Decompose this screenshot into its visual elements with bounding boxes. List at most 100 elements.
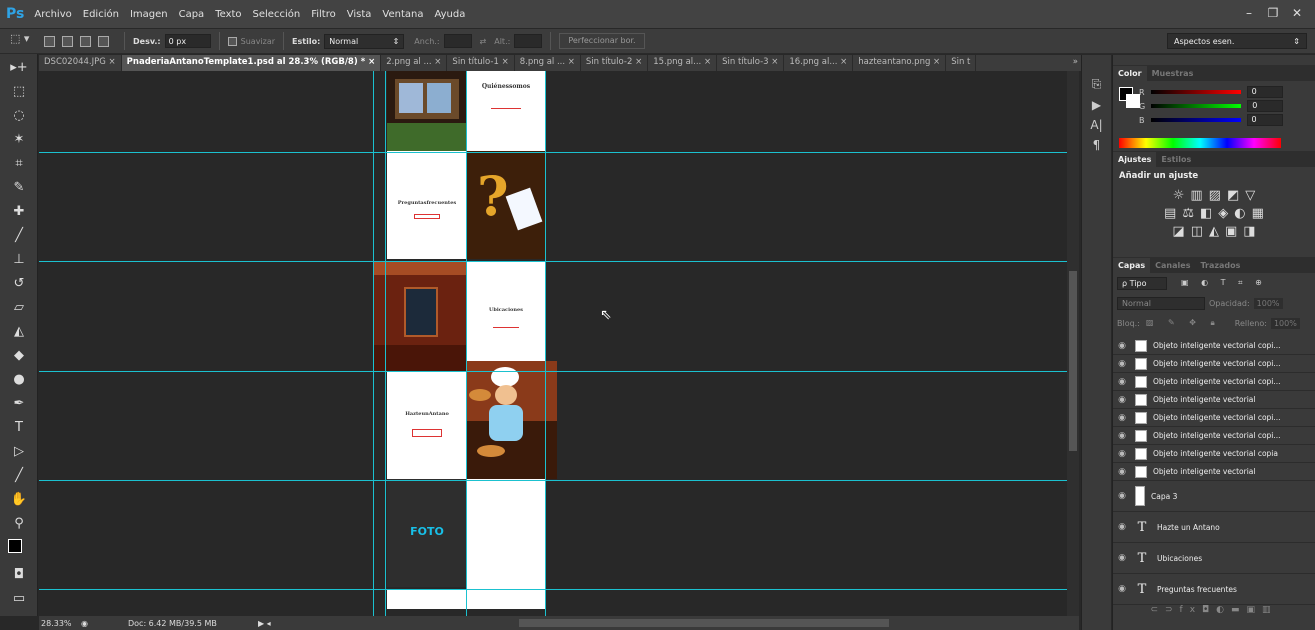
layer-row[interactable]: ◉ Objeto inteligente vectorial copi... (1113, 373, 1315, 391)
doc-tab[interactable]: Sin título-2 × (581, 55, 649, 71)
swap-icon[interactable]: ⇄ (480, 37, 487, 46)
visibility-eye-icon[interactable]: ◉ (1113, 395, 1131, 405)
visibility-eye-icon[interactable]: ◉ (1113, 377, 1131, 387)
vibrance-icon[interactable]: ▽ (1245, 188, 1255, 203)
width-input[interactable] (443, 34, 472, 48)
menu-imagen[interactable]: Imagen (130, 9, 168, 20)
g-input[interactable]: 0 (1247, 100, 1284, 112)
tab-ajustes[interactable]: Ajustes (1113, 151, 1157, 167)
foreground-color-swatch[interactable] (8, 539, 22, 553)
paint-bucket-tool-icon[interactable]: ◭ (6, 321, 32, 342)
visibility-eye-icon[interactable]: ◉ (1113, 467, 1131, 477)
menu-archivo[interactable]: Archivo (34, 9, 71, 20)
doc-tab[interactable]: 2.png al ... × (381, 55, 448, 71)
gradient-map-icon[interactable]: ▣ (1225, 224, 1237, 239)
screen-mode-icon[interactable]: ▭ (6, 588, 32, 609)
character-panel-icon[interactable]: A| (1082, 118, 1111, 132)
visibility-eye-icon[interactable]: ◉ (1113, 522, 1131, 532)
marquee-tool-icon[interactable]: ⬚ (6, 81, 32, 102)
folder-icon[interactable]: ▬ (1231, 605, 1247, 615)
new-selection-icon[interactable] (44, 35, 55, 47)
visibility-eye-icon[interactable]: ◉ (1113, 584, 1131, 594)
lock-icons[interactable]: ▨ ✎ ✥ 🔒︎ (1146, 318, 1221, 328)
magic-wand-tool-icon[interactable]: ✶ (6, 129, 32, 150)
color-swatches-icon[interactable] (6, 537, 32, 561)
invert-icon[interactable]: ◪ (1172, 224, 1184, 239)
move-tool-icon[interactable]: ▸+ (6, 57, 32, 78)
doc-tab[interactable]: 15.png al... × (648, 55, 718, 71)
refine-edge-button[interactable]: Perfeccionar bor. (559, 33, 645, 49)
status-info-icon[interactable]: ◉ (81, 619, 88, 628)
mask-icon[interactable]: ◘ (1202, 605, 1216, 615)
tab-estilos[interactable]: Estilos (1156, 152, 1196, 167)
posterize-icon[interactable]: ◫ (1191, 224, 1203, 239)
close-button[interactable]: ✕ (1285, 4, 1309, 22)
fill-input[interactable]: 100% (1270, 317, 1300, 329)
eyedropper-tool-icon[interactable]: ✎ (6, 177, 32, 198)
zoom-tool-icon[interactable]: ⚲ (6, 513, 32, 534)
new-layer-icon[interactable]: ▣ (1247, 605, 1263, 615)
visibility-eye-icon[interactable]: ◉ (1113, 413, 1131, 423)
green-slider[interactable] (1151, 104, 1242, 108)
subtract-selection-icon[interactable] (80, 35, 91, 47)
threshold-icon[interactable]: ◭ (1209, 224, 1219, 239)
link-icon[interactable]: ⊂⊃ (1150, 605, 1179, 615)
menu-texto[interactable]: Texto (215, 9, 241, 20)
color-lookup-icon[interactable]: ▦ (1252, 206, 1264, 221)
doc-tab[interactable]: Sin título-3 × (717, 55, 785, 71)
crop-tool-icon[interactable]: ⌗ (6, 153, 32, 174)
doc-tab-active[interactable]: PnaderiaAntanoTemplate1.psd al 28.3% (RG… (121, 55, 382, 71)
red-slider[interactable] (1150, 90, 1241, 94)
menu-vista[interactable]: Vista (347, 9, 372, 20)
feather-input[interactable]: 0 px (164, 34, 211, 48)
menu-seleccion[interactable]: Selección (253, 9, 301, 20)
blur-tool-icon[interactable]: ◆ (6, 345, 32, 366)
tab-capas[interactable]: Capas (1113, 257, 1151, 273)
canvas-area[interactable]: Quiénessomos Preguntasfrecuentes ? Ubica… (39, 71, 1067, 616)
antialias-checkbox[interactable] (227, 36, 237, 46)
tab-color[interactable]: Color (1113, 65, 1147, 81)
layer-row[interactable]: ◉ Objeto inteligente vectorial copi... (1113, 427, 1315, 445)
fx-icon[interactable]: fx (1180, 605, 1203, 615)
zoom-level[interactable]: 28.33% (41, 619, 81, 628)
r-input[interactable]: 0 (1246, 86, 1283, 98)
layer-row[interactable]: ◉ T Preguntas frecuentes (1113, 574, 1315, 605)
adjustment-icon[interactable]: ◐ (1216, 605, 1231, 615)
workspace-dropdown[interactable]: Aspectos esen. ⇕ (1167, 33, 1307, 49)
layer-row[interactable]: ◉ T Ubicaciones (1113, 543, 1315, 574)
intersect-selection-icon[interactable] (98, 35, 109, 47)
history-brush-tool-icon[interactable]: ↺ (6, 273, 32, 294)
type-tool-icon[interactable]: T (6, 417, 32, 438)
marquee-preset-icon[interactable]: ⬚ ▾ (10, 32, 44, 50)
layer-row[interactable]: ◉ Objeto inteligente vectorial (1113, 391, 1315, 409)
menu-edicion[interactable]: Edición (83, 9, 119, 20)
quick-mask-icon[interactable]: ◘ (6, 564, 32, 585)
tab-muestras[interactable]: Muestras (1147, 66, 1199, 81)
layer-row[interactable]: ◉ Capa 3 (1113, 481, 1315, 512)
tab-trazados[interactable]: Trazados (1195, 258, 1245, 273)
opacity-input[interactable]: 100% (1253, 297, 1283, 309)
layer-row[interactable]: ◉ Objeto inteligente vectorial copi... (1113, 355, 1315, 373)
photo-filter-icon[interactable]: ◈ (1218, 206, 1228, 221)
trash-icon[interactable]: ▥ (1262, 605, 1278, 615)
pen-tool-icon[interactable]: ✒ (6, 393, 32, 414)
actions-panel-icon[interactable]: ▶ (1082, 98, 1111, 112)
doc-tab[interactable]: Sin título-1 × (447, 55, 515, 71)
minimize-button[interactable]: – (1237, 4, 1261, 22)
restore-button[interactable]: ❐ (1261, 4, 1285, 22)
layer-row[interactable]: ◉ Objeto inteligente vectorial copi... (1113, 409, 1315, 427)
visibility-eye-icon[interactable]: ◉ (1113, 491, 1131, 501)
brush-tool-icon[interactable]: ╱ (6, 225, 32, 246)
visibility-eye-icon[interactable]: ◉ (1113, 431, 1131, 441)
blend-mode-dropdown[interactable]: Normal (1117, 296, 1205, 310)
exposure-icon[interactable]: ◩ (1227, 188, 1239, 203)
menu-capa[interactable]: Capa (179, 9, 205, 20)
doc-tab[interactable]: 16.png al... × (784, 55, 854, 71)
scrollbar-thumb[interactable] (1069, 271, 1077, 451)
doc-tab[interactable]: hazteantano.png × (853, 55, 947, 71)
doc-tab[interactable]: 8.png al ... × (515, 55, 581, 71)
doc-tab[interactable]: DSC02044.JPG × (39, 55, 122, 71)
visibility-eye-icon[interactable]: ◉ (1113, 449, 1131, 459)
brightness-icon[interactable]: ☼ (1173, 188, 1185, 203)
layer-row[interactable]: ◉ T Hazte un Antano (1113, 512, 1315, 543)
